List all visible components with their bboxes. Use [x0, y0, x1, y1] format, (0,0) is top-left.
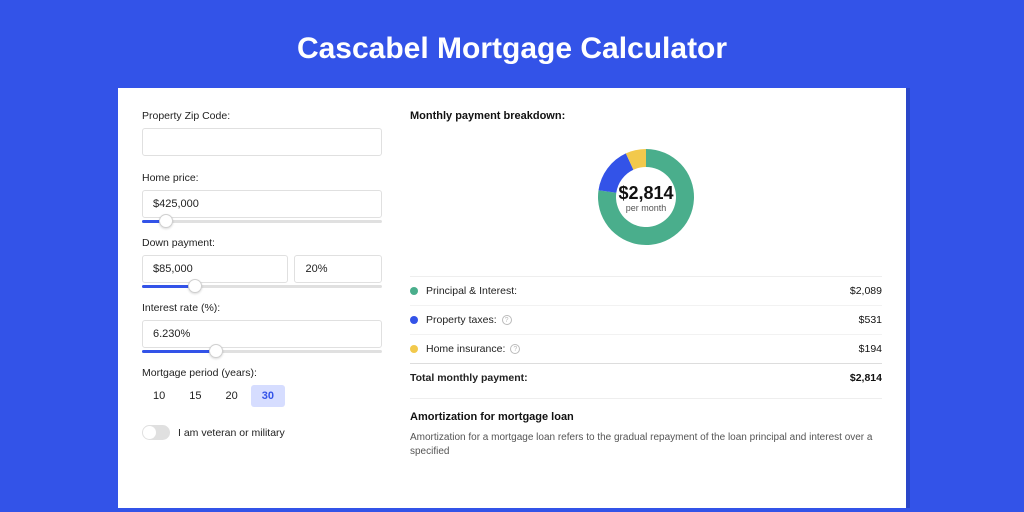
- period-tab-20[interactable]: 20: [215, 385, 249, 407]
- legend: Principal & Interest: $2,089 Property ta…: [410, 276, 882, 392]
- down-slider-thumb[interactable]: [188, 279, 202, 293]
- page-title: Cascabel Mortgage Calculator: [0, 0, 1024, 88]
- rate-label: Interest rate (%):: [142, 302, 382, 314]
- rate-slider[interactable]: [142, 350, 382, 353]
- donut-center-value: $2,814: [618, 183, 673, 203]
- rate-slider-thumb[interactable]: [209, 344, 223, 358]
- calculator-card: Property Zip Code: Home price: Down paym…: [118, 88, 906, 508]
- price-input[interactable]: [142, 190, 382, 218]
- zip-input[interactable]: [142, 128, 382, 156]
- down-slider[interactable]: [142, 285, 382, 288]
- total-value: $2,814: [850, 372, 882, 384]
- down-pct-input[interactable]: [294, 255, 382, 283]
- amortization-text: Amortization for a mortgage loan refers …: [410, 431, 882, 459]
- donut-chart: $2,814 per month: [410, 128, 882, 276]
- price-slider-thumb[interactable]: [159, 214, 173, 228]
- legend-label: Property taxes:: [426, 314, 497, 326]
- dot-icon: [410, 345, 418, 353]
- info-icon[interactable]: ?: [510, 344, 520, 354]
- military-label: I am veteran or military: [178, 427, 285, 439]
- info-icon[interactable]: ?: [502, 315, 512, 325]
- donut-center-sub: per month: [626, 203, 667, 213]
- period-label: Mortgage period (years):: [142, 367, 382, 379]
- breakdown-title: Monthly payment breakdown:: [410, 110, 882, 122]
- legend-value: $194: [859, 343, 882, 355]
- price-label: Home price:: [142, 172, 382, 184]
- period-tab-10[interactable]: 10: [142, 385, 176, 407]
- price-slider[interactable]: [142, 220, 382, 223]
- rate-input[interactable]: [142, 320, 382, 348]
- dot-icon: [410, 316, 418, 324]
- zip-label: Property Zip Code:: [142, 110, 382, 122]
- period-tab-15[interactable]: 15: [178, 385, 212, 407]
- down-label: Down payment:: [142, 237, 382, 249]
- legend-value: $531: [859, 314, 882, 326]
- down-amount-input[interactable]: [142, 255, 288, 283]
- results-panel: Monthly payment breakdown: $2,814 per mo…: [410, 110, 882, 486]
- period-tab-30[interactable]: 30: [251, 385, 285, 407]
- legend-row-insurance: Home insurance: ? $194: [410, 334, 882, 363]
- legend-row-taxes: Property taxes: ? $531: [410, 305, 882, 334]
- period-tabs: 10 15 20 30: [142, 385, 382, 407]
- legend-value: $2,089: [850, 285, 882, 297]
- military-toggle[interactable]: [142, 425, 170, 440]
- amortization-title: Amortization for mortgage loan: [410, 411, 882, 423]
- total-label: Total monthly payment:: [410, 372, 528, 384]
- legend-row-total: Total monthly payment: $2,814: [410, 363, 882, 392]
- dot-icon: [410, 287, 418, 295]
- legend-row-principal: Principal & Interest: $2,089: [410, 277, 882, 305]
- form-panel: Property Zip Code: Home price: Down paym…: [142, 110, 382, 486]
- legend-label: Principal & Interest:: [426, 285, 517, 297]
- amortization-section: Amortization for mortgage loan Amortizat…: [410, 398, 882, 459]
- legend-label: Home insurance:: [426, 343, 505, 355]
